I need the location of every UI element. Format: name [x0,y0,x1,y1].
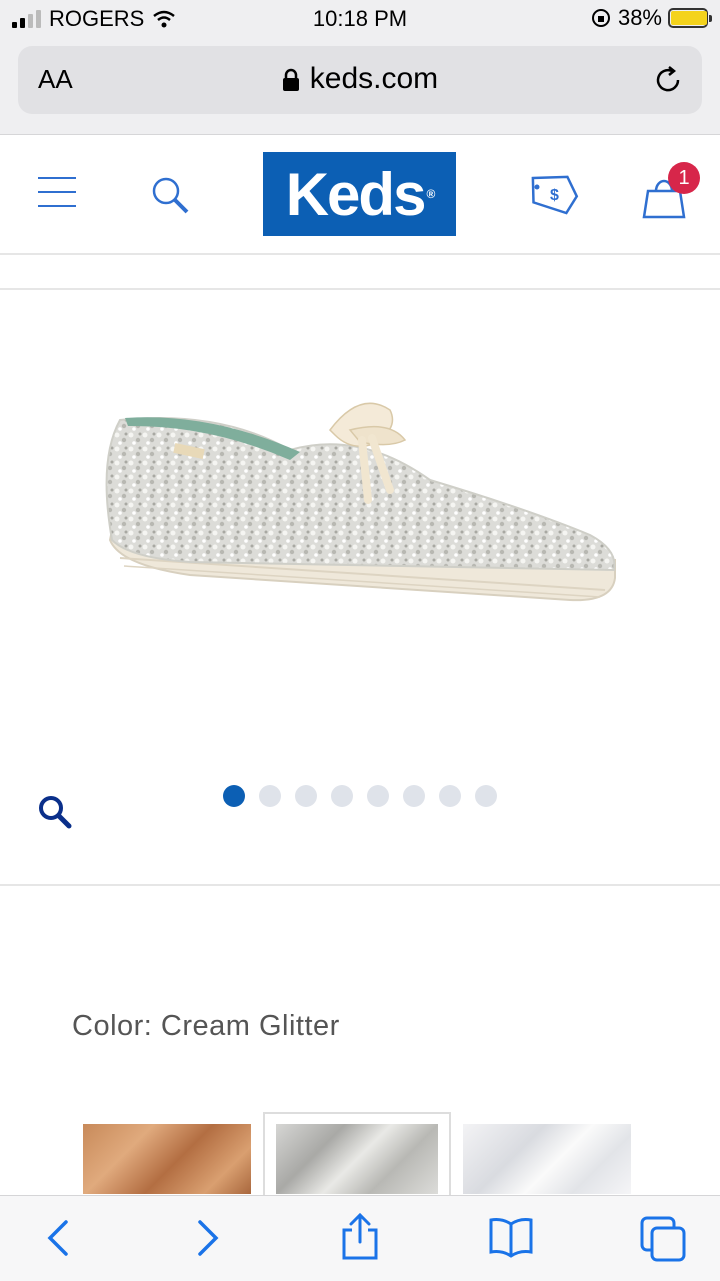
forward-icon[interactable] [194,1216,222,1260]
status-bar: ROGERS 10:18 PM 38% [0,0,720,36]
swatch-silver[interactable] [463,1124,631,1194]
browser-address-area: AA keds.com [0,36,720,135]
carousel-dot[interactable] [331,785,353,807]
browser-toolbar [0,1195,720,1281]
bookmarks-icon[interactable] [488,1216,534,1258]
carousel-dot[interactable] [295,785,317,807]
product-image[interactable] [100,390,620,630]
tabs-icon[interactable] [640,1216,686,1262]
carousel-dot[interactable] [403,785,425,807]
logo-text: Keds [285,160,427,228]
battery-icon [668,8,712,28]
zoom-icon[interactable] [38,795,72,829]
carousel-dots [223,785,497,807]
orientation-lock-icon [591,9,610,27]
svg-text:$: $ [550,187,559,204]
swatch-cream-glitter[interactable] [276,1124,438,1194]
address-bar[interactable]: AA keds.com [18,46,702,114]
site-header: Keds ® $ 1 [0,135,720,255]
menu-icon[interactable] [38,177,76,209]
carousel-dot[interactable] [439,785,461,807]
lock-icon [282,68,299,92]
carousel-dot[interactable] [367,785,389,807]
product-image-gallery[interactable] [0,290,720,886]
carousel-dot[interactable] [475,785,497,807]
carousel-dot[interactable] [223,785,245,807]
url-display[interactable]: keds.com [18,62,702,96]
share-icon[interactable] [338,1212,382,1262]
search-icon[interactable] [150,175,190,215]
price-tag-icon[interactable]: $ [525,171,581,215]
keds-logo[interactable]: Keds ® [263,152,456,236]
swatch-rose-gold[interactable] [83,1124,251,1194]
back-icon[interactable] [44,1216,72,1260]
color-label: Color: Cream Glitter [72,1010,340,1042]
carousel-dot[interactable] [259,785,281,807]
cart-count-badge: 1 [668,162,700,194]
reload-icon[interactable] [652,64,684,96]
url-domain: keds.com [309,62,439,95]
battery-percent: 38% [617,5,662,30]
